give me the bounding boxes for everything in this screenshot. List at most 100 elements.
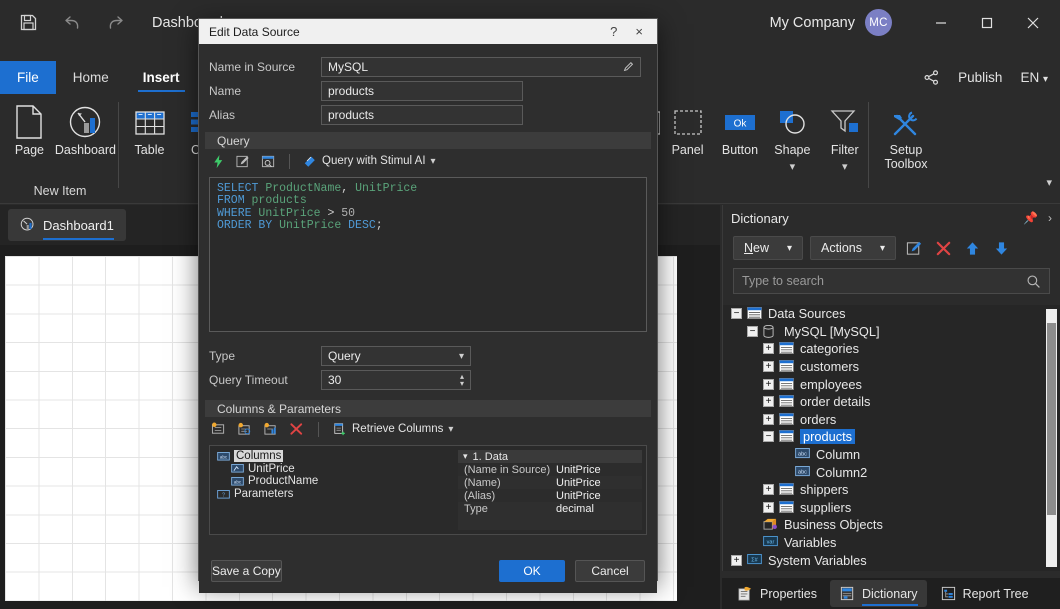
tree-expander-plus-icon[interactable]: + xyxy=(763,484,774,496)
tab-home[interactable]: Home xyxy=(56,61,126,94)
cancel-button[interactable]: Cancel xyxy=(575,560,645,582)
preview-query-icon[interactable] xyxy=(261,154,276,169)
name-input[interactable]: products xyxy=(321,81,523,101)
ribbon-item-panel[interactable]: Panel xyxy=(661,100,713,157)
minimize-icon[interactable] xyxy=(918,0,964,45)
dictionary-tree-node[interactable]: + customers xyxy=(723,358,1060,376)
dictionary-search[interactable] xyxy=(733,268,1050,294)
bottom-tab-properties[interactable]: Properties xyxy=(728,580,826,607)
dictionary-tree-node[interactable]: + order details xyxy=(723,393,1060,411)
bottom-tab-dictionary[interactable]: Dictionary xyxy=(829,580,927,607)
pencil-icon[interactable] xyxy=(622,61,634,73)
bottom-tab-report-tree[interactable]: Report Tree xyxy=(931,580,1038,607)
alias-input[interactable]: products xyxy=(321,105,523,125)
arrow-up-icon[interactable] xyxy=(961,237,983,259)
chevron-down-icon[interactable]: ▾ xyxy=(431,156,436,167)
ok-button[interactable]: OK xyxy=(499,560,565,582)
type-select[interactable]: Query ▾ xyxy=(321,346,471,366)
dictionary-tree-node[interactable]: + Σ# System Variables xyxy=(723,551,1060,569)
help-icon[interactable]: ? xyxy=(610,24,617,39)
dictionary-tree-node[interactable]: + shippers xyxy=(723,481,1060,499)
tree-expander-plus-icon[interactable]: + xyxy=(763,396,774,408)
tree-expander-minus-icon[interactable]: − xyxy=(747,325,758,337)
new-button[interactable]: NNewew ▾ xyxy=(733,236,803,260)
column-tree-node[interactable]: abc ProductName xyxy=(213,475,453,488)
ribbon-item-table[interactable]: Table xyxy=(122,100,177,157)
tree-expander-plus-icon[interactable]: + xyxy=(763,361,774,373)
dictionary-tree-node[interactable]: − products xyxy=(723,428,1060,446)
close-icon[interactable]: × xyxy=(635,24,643,39)
undo-icon[interactable] xyxy=(60,11,84,35)
property-group-header[interactable]: ▾ 1. Data xyxy=(458,450,642,463)
edit-query-icon[interactable] xyxy=(236,154,251,169)
new-column-icon[interactable] xyxy=(211,422,226,436)
delete-icon[interactable] xyxy=(932,237,954,259)
redo-icon[interactable] xyxy=(104,11,128,35)
dictionary-tree-node[interactable]: var Variables xyxy=(723,534,1060,552)
sql-editor[interactable]: SELECT ProductName, UnitPrice FROM produc… xyxy=(209,177,647,332)
tab-file[interactable]: File xyxy=(0,61,56,94)
dictionary-tree-node[interactable]: + suppliers xyxy=(723,499,1060,517)
ribbon-item-shape[interactable]: Shape ▾ xyxy=(766,100,818,173)
dictionary-tree-node[interactable]: Business Objects xyxy=(723,516,1060,534)
tree-expander-plus-icon[interactable]: + xyxy=(763,501,774,513)
language-selector[interactable]: EN ▾ xyxy=(1020,70,1048,85)
ribbon-item-button[interactable]: Ok Button ▾ xyxy=(714,100,766,172)
property-row[interactable]: Type decimal xyxy=(458,502,642,515)
new-calculated-column-icon[interactable] xyxy=(237,422,252,436)
dictionary-tree-node[interactable]: abc Column xyxy=(723,446,1060,464)
tree-expander-minus-icon[interactable]: − xyxy=(731,308,742,320)
columns-tree[interactable]: abc Columns UnitPrice abc ProductName? Parame… xyxy=(210,446,456,534)
dictionary-tree-node[interactable]: + categories xyxy=(723,340,1060,358)
dictionary-tree-node[interactable]: − MySQL [MySQL] xyxy=(723,323,1060,341)
ribbon-expand-caret[interactable]: ▾ xyxy=(1046,176,1052,189)
pin-icon[interactable]: 📌 xyxy=(1023,211,1038,225)
publish-button[interactable]: Publish xyxy=(958,70,1002,85)
dictionary-tree-node[interactable]: − Data Sources xyxy=(723,305,1060,323)
delete-icon[interactable] xyxy=(289,422,304,436)
chevron-down-icon[interactable]: ▾ xyxy=(448,424,453,435)
property-row[interactable]: (Alias) UnitPrice xyxy=(458,489,642,502)
tree-expander-plus-icon[interactable]: + xyxy=(763,413,774,425)
save-a-copy-button[interactable]: Save a Copy xyxy=(211,560,282,582)
tab-insert[interactable]: Insert xyxy=(126,61,197,94)
actions-button[interactable]: Actions ▾ xyxy=(810,236,896,260)
retrieve-columns-button[interactable]: Retrieve Columns ▾ xyxy=(333,422,453,436)
ribbon-item-filter[interactable]: Filter ▾ xyxy=(819,100,871,173)
ribbon-item-dashboard[interactable]: Dashboard xyxy=(55,100,116,157)
tree-expander-minus-icon[interactable]: − xyxy=(763,431,774,443)
tree-expander-plus-icon[interactable]: + xyxy=(731,554,742,566)
maximize-icon[interactable] xyxy=(964,0,1010,45)
dictionary-tree-node[interactable]: + orders xyxy=(723,411,1060,429)
dictionary-tree-node[interactable]: + employees xyxy=(723,375,1060,393)
dictionary-tree-node[interactable]: abc Column2 xyxy=(723,463,1060,481)
column-tree-node[interactable]: abc Columns xyxy=(213,450,453,463)
new-parameter-icon[interactable] xyxy=(263,422,278,436)
share-icon[interactable] xyxy=(923,69,940,86)
chevron-right-icon[interactable]: › xyxy=(1048,211,1052,225)
query-with-ai-button[interactable]: Query with Stimul AI ▾ xyxy=(303,154,436,168)
search-input[interactable] xyxy=(742,274,1026,288)
scrollbar-thumb[interactable] xyxy=(1047,323,1056,515)
chevron-down-icon[interactable]: ▾ xyxy=(463,451,468,462)
ribbon-item-page[interactable]: Page xyxy=(4,100,55,157)
spinner-arrows[interactable]: ▴ ▾ xyxy=(460,373,464,388)
chevron-down-icon[interactable]: ▾ xyxy=(790,162,796,173)
dictionary-scrollbar[interactable] xyxy=(1046,309,1057,567)
property-row[interactable]: (Name) UnitPrice xyxy=(458,476,642,489)
tree-expander-plus-icon[interactable]: + xyxy=(763,343,774,355)
arrow-down-icon[interactable] xyxy=(990,237,1012,259)
property-row[interactable]: (Name in Source) UnitPrice xyxy=(458,463,642,476)
column-tree-node[interactable]: UnitPrice xyxy=(213,463,453,476)
close-icon[interactable] xyxy=(1010,0,1056,45)
column-properties-grid[interactable]: ▾ 1. Data (Name in Source) UnitPrice (Name… xyxy=(458,450,642,530)
run-query-icon[interactable] xyxy=(211,154,226,169)
dictionary-tree[interactable]: − Data Sources − MySQL [MySQL] + categories + c… xyxy=(723,305,1060,571)
name-in-source-input[interactable]: MySQL xyxy=(321,57,641,77)
tree-expander-plus-icon[interactable]: + xyxy=(763,378,774,390)
edit-icon[interactable] xyxy=(903,237,925,259)
ribbon-item-setup-toolbox[interactable]: Setup Toolbox xyxy=(872,100,940,171)
document-tab-dashboard1[interactable]: Dashboard1 xyxy=(8,209,126,241)
chevron-down-icon[interactable]: ▾ xyxy=(842,162,848,173)
save-icon[interactable] xyxy=(16,11,40,35)
